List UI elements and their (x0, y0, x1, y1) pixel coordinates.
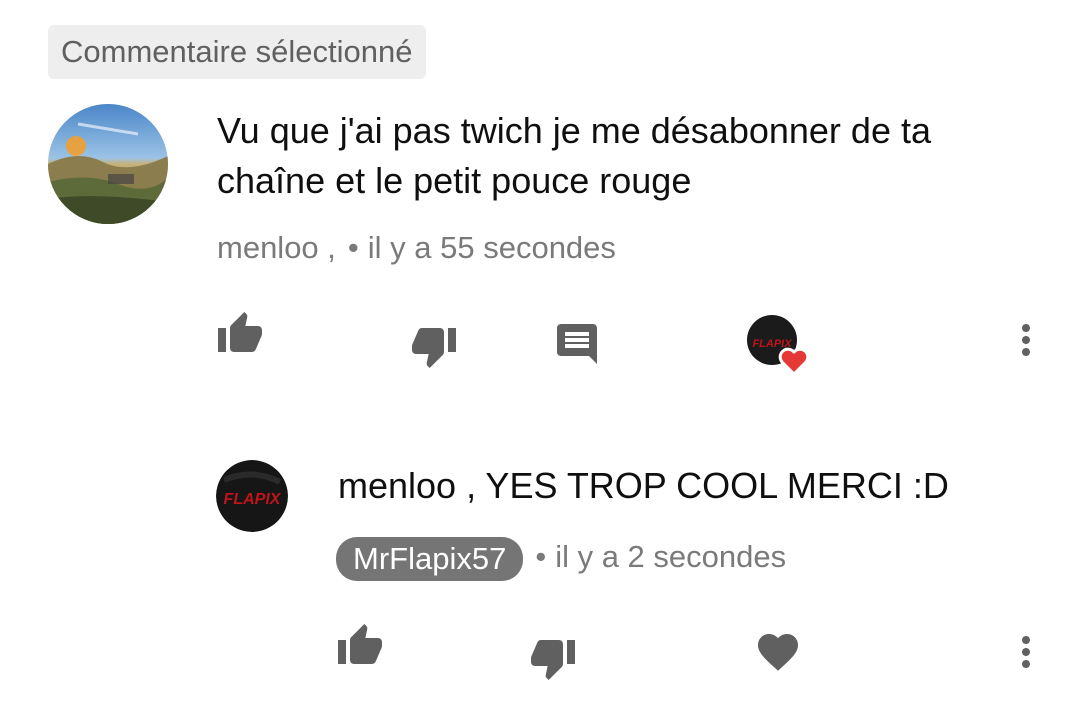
comment-time: il y a 55 secondes (367, 230, 616, 265)
comment-meta: menloo , • il y a 55 secondes (217, 228, 616, 268)
reply-dislike-button[interactable] (529, 634, 577, 682)
reply-time: il y a 2 secondes (555, 539, 787, 574)
reply-avatar[interactable]: FLAPIX (216, 460, 288, 532)
creator-badge[interactable]: MrFlapix57 (336, 536, 524, 581)
comment-author[interactable]: menloo , (217, 230, 336, 265)
reply-heart-button[interactable] (754, 628, 802, 676)
reply-icon (557, 324, 597, 364)
dislike-icon (531, 640, 575, 680)
comment-text: Vu que j'ai pas twich je me désabonner d… (217, 110, 931, 201)
reply-more-options-button[interactable] (1002, 628, 1050, 676)
selected-comment-label: Commentaire sélectionné (48, 25, 426, 79)
like-button[interactable] (216, 310, 264, 358)
like-icon (338, 624, 382, 664)
creator-heart[interactable]: FLAPIX (746, 314, 812, 376)
reply-avatar-logo: FLAPIX (224, 491, 282, 508)
reply-text: menloo , YES TROP COOL MERCI :D (338, 465, 949, 506)
more-vert-icon (1022, 636, 1030, 668)
reply-like-button[interactable] (336, 622, 384, 670)
creator-heart-icon: FLAPIX (747, 315, 810, 376)
like-icon (218, 312, 262, 352)
meta-separator: • (347, 230, 359, 265)
dislike-icon (412, 328, 456, 368)
dislike-button[interactable] (410, 322, 458, 370)
more-options-button[interactable] (1002, 316, 1050, 364)
heart-icon (758, 634, 798, 671)
more-vert-icon (1022, 324, 1030, 356)
commenter-avatar[interactable] (48, 104, 168, 224)
meta-separator: • (535, 539, 547, 574)
reply-button[interactable] (553, 320, 601, 368)
reply-meta: MrFlapix57 • il y a 2 secondes (336, 534, 787, 581)
